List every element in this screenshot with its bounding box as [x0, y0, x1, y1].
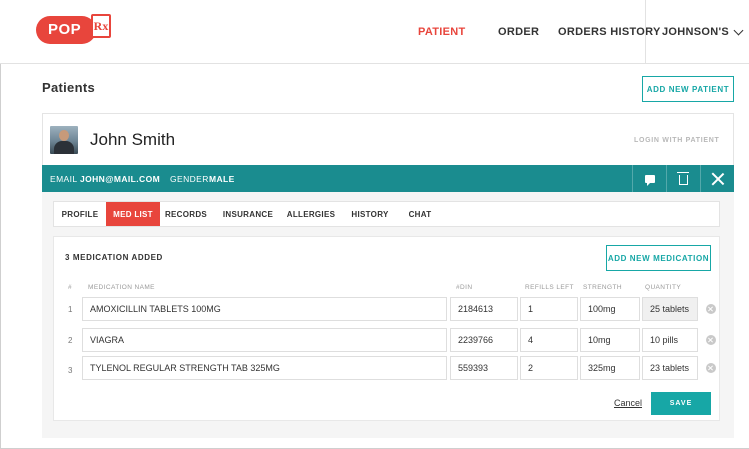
remove-row-icon[interactable] — [706, 335, 716, 345]
din-input[interactable]: 2239766 — [450, 328, 518, 352]
tab-med-list[interactable]: MED LIST — [106, 202, 160, 226]
patient-name: John Smith — [90, 130, 176, 149]
top-navbar: POP Rx PATIENT ORDER ORDERS HISTORY JOHN… — [0, 0, 749, 64]
strength-input[interactable]: 325mg — [580, 356, 640, 380]
column-header-quantity: QUANTITY — [645, 284, 682, 291]
remove-row-icon[interactable] — [706, 304, 716, 314]
popx-logo[interactable]: POP Rx — [36, 14, 112, 46]
remove-row-icon[interactable] — [706, 363, 716, 373]
close-button[interactable] — [700, 165, 734, 192]
medication-name-input[interactable]: AMOXICILLIN TABLETS 100MG — [82, 297, 447, 321]
login-with-patient-link[interactable]: LOGIN WITH PATIENT — [634, 137, 719, 144]
strength-input[interactable]: 100mg — [580, 297, 640, 321]
row-number: 3 — [68, 366, 73, 375]
gender-label: GENDER — [170, 174, 209, 184]
refills-input[interactable]: 2 — [520, 356, 578, 380]
avatar-head — [59, 130, 69, 141]
cancel-link[interactable]: Cancel — [614, 398, 642, 408]
close-icon — [711, 172, 725, 186]
column-header-refills: REFILLS LEFT — [525, 284, 574, 291]
din-input[interactable]: 2184613 — [450, 297, 518, 321]
gender-value: MALE — [209, 174, 235, 184]
medication-name-input[interactable]: VIAGRA — [82, 328, 447, 352]
logo-text: POP — [36, 16, 96, 44]
column-header-strength: STRENGTH — [583, 284, 622, 291]
user-menu[interactable]: JOHNSON'S — [662, 0, 744, 64]
tab-records[interactable]: RECORDS — [164, 202, 208, 226]
chevron-down-icon — [733, 25, 744, 35]
din-input[interactable]: 559393 — [450, 356, 518, 380]
row-number: 1 — [68, 305, 73, 314]
row-number: 2 — [68, 336, 73, 345]
chat-icon — [644, 174, 655, 186]
add-new-patient-button[interactable]: ADD NEW PATIENT — [642, 76, 734, 102]
avatar — [50, 126, 78, 154]
delete-patient-button[interactable] — [666, 165, 700, 192]
medication-name-input[interactable]: TYLENOL REGULAR STRENGTH TAB 325MG — [82, 356, 447, 380]
strength-input[interactable]: 10mg — [580, 328, 640, 352]
tab-bar: PROFILE MED LIST RECORDS INSURANCE ALLER… — [53, 201, 720, 227]
tab-allergies[interactable]: ALLERGIES — [286, 202, 336, 226]
nav-patient[interactable]: PATIENT — [418, 0, 466, 64]
trash-icon — [677, 171, 689, 185]
add-new-medication-button[interactable]: ADD NEW MEDICATION — [606, 245, 711, 271]
tab-profile[interactable]: PROFILE — [58, 202, 102, 226]
avatar-body — [54, 141, 74, 154]
tab-chat[interactable]: CHAT — [404, 202, 436, 226]
column-header-num: # — [68, 284, 73, 291]
tab-insurance[interactable]: INSURANCE — [222, 202, 274, 226]
quantity-input[interactable]: 10 pills — [642, 328, 698, 352]
quantity-input[interactable]: 23 tablets — [642, 356, 698, 380]
patient-info-bar: EMAIL JOHN@MAIL.COM GENDER MALE — [42, 165, 734, 192]
chat-button[interactable] — [632, 165, 666, 192]
save-button[interactable]: SAVE — [651, 392, 711, 415]
rx-icon: Rx — [91, 14, 111, 38]
quantity-input[interactable]: 25 tablets — [642, 297, 698, 321]
email-value: JOHN@MAIL.COM — [80, 174, 161, 184]
nav-order[interactable]: ORDER — [498, 0, 539, 64]
nav-divider — [645, 0, 646, 64]
email-label: EMAIL — [50, 174, 78, 184]
refills-input[interactable]: 1 — [520, 297, 578, 321]
user-menu-label: JOHNSON'S — [662, 26, 730, 38]
tab-history[interactable]: HISTORY — [348, 202, 392, 226]
medication-count: 3 MEDICATION ADDED — [65, 253, 163, 262]
column-header-din: #DIN — [456, 284, 473, 291]
refills-input[interactable]: 4 — [520, 328, 578, 352]
page-title: Patients — [42, 80, 95, 95]
column-header-name: MEDICATION NAME — [88, 284, 155, 291]
